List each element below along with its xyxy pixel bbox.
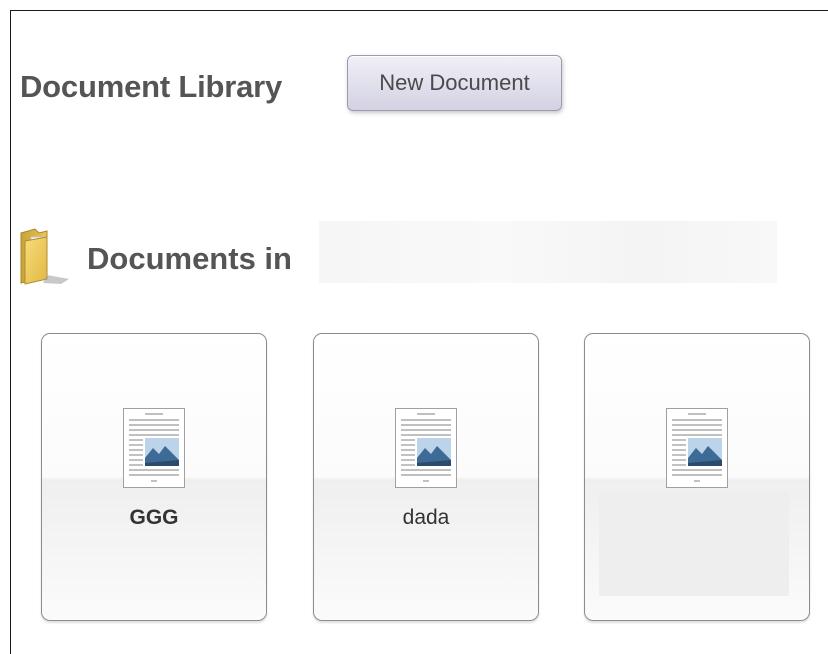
document-name: GGG (129, 506, 179, 529)
document-thumbnail-icon (666, 408, 728, 488)
folder-name (319, 221, 777, 283)
page-title: Document Library (20, 69, 283, 104)
folder-icon (20, 228, 69, 285)
documents-section-header: Documents in (17, 221, 777, 289)
app-frame: Document Library New Document Documents … (10, 10, 828, 654)
document-thumbnail-icon (395, 408, 457, 488)
document-name: dada (402, 506, 450, 529)
document-card-dada[interactable]: dada (313, 333, 539, 621)
document-card-ggg[interactable]: GGG (41, 333, 267, 621)
new-document-button[interactable]: New Document (347, 55, 562, 111)
document-thumbnail-icon (123, 408, 185, 488)
document-card-unnamed[interactable] (584, 333, 810, 621)
section-title: Documents in (87, 241, 292, 276)
document-name (599, 492, 789, 596)
